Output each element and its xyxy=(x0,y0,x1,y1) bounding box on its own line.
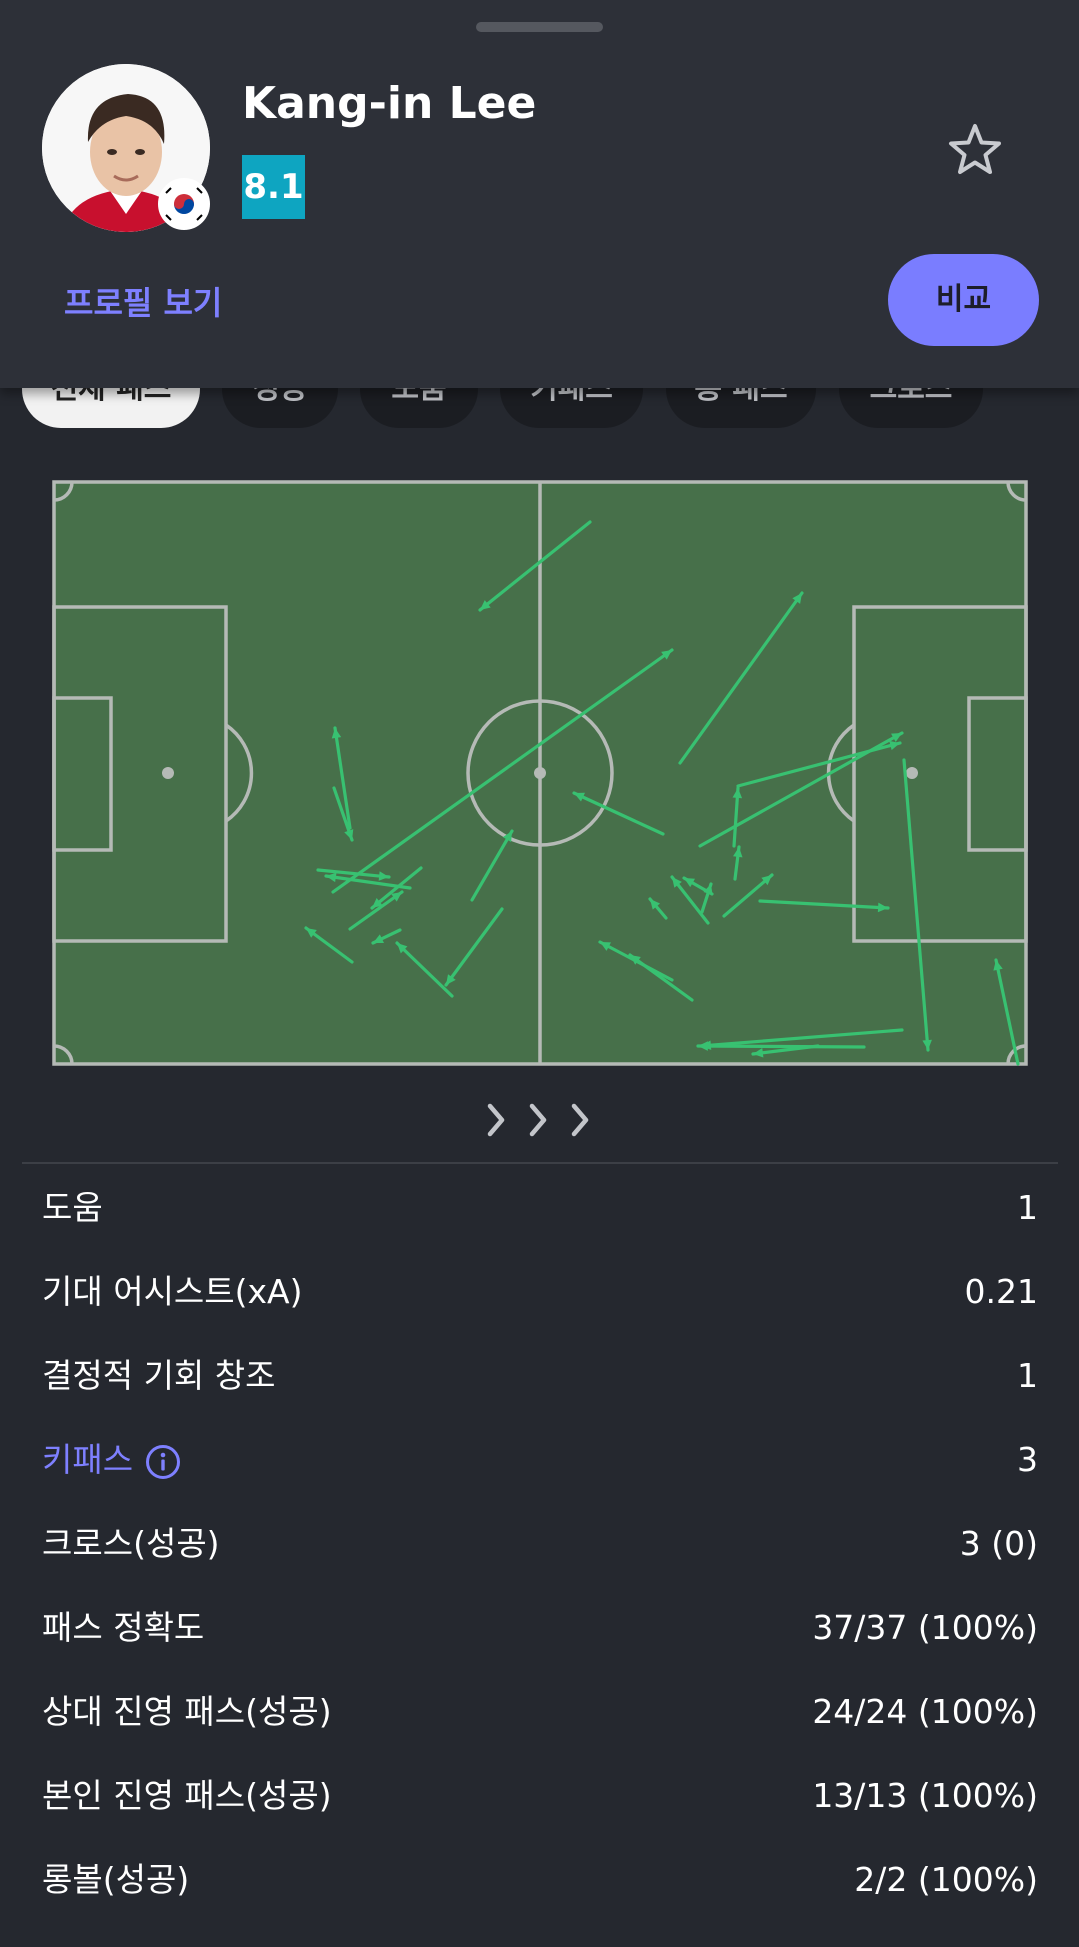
left-penalty-spot xyxy=(162,767,174,779)
stat-row-key-passes[interactable]: 키패스 3 xyxy=(42,1430,1038,1490)
stat-row-own-half-passes: 본인 진영 패스(성공) 13/13 (100%) xyxy=(42,1766,1038,1826)
stat-label: 결정적 기회 창조 xyxy=(42,1356,276,1395)
stat-label: 상대 진영 패스(성공) xyxy=(42,1692,332,1731)
player-header: Kang-in Lee 8.1 프로필 보기 비교 xyxy=(0,0,1079,388)
stat-row-expected-assists: 기대 어시스트(xA) 0.21 xyxy=(42,1262,1038,1322)
stat-row-opposition-half-passes: 상대 진영 패스(성공) 24/24 (100%) xyxy=(42,1682,1038,1742)
player-name: Kang-in Lee xyxy=(242,78,537,129)
stat-row-pass-accuracy: 패스 정확도 37/37 (100%) xyxy=(42,1598,1038,1658)
stat-value: 1 xyxy=(1017,1356,1038,1395)
compare-button[interactable]: 비교 xyxy=(888,254,1039,346)
stat-value: 2/2 (100%) xyxy=(854,1860,1038,1899)
chevrons-right-icon xyxy=(478,1100,598,1140)
south-korea-flag-icon xyxy=(158,178,210,230)
stat-row-assists: 도움 1 xyxy=(42,1178,1038,1238)
stat-value: 37/37 (100%) xyxy=(812,1608,1038,1647)
pitch-lines xyxy=(52,480,1028,1066)
stat-label: 롱볼(성공) xyxy=(42,1860,190,1899)
view-profile-link[interactable]: 프로필 보기 xyxy=(64,278,222,324)
stat-value: 3 xyxy=(1017,1440,1038,1479)
stat-row-big-chances-created: 결정적 기회 창조 1 xyxy=(42,1346,1038,1406)
stat-value: 13/13 (100%) xyxy=(812,1776,1038,1815)
stat-value: 24/24 (100%) xyxy=(812,1692,1038,1731)
stat-label: 기대 어시스트(xA) xyxy=(42,1272,303,1311)
stat-label-key-passes[interactable]: 키패스 xyxy=(42,1430,181,1490)
drag-handle[interactable] xyxy=(476,22,603,32)
stat-value: 0.21 xyxy=(964,1272,1038,1311)
right-penalty-spot xyxy=(906,767,918,779)
stat-label: 크로스(성공) xyxy=(42,1524,220,1563)
stat-value: 1 xyxy=(1017,1188,1038,1227)
stat-label: 본인 진영 패스(성공) xyxy=(42,1776,332,1815)
stat-value: 3 (0) xyxy=(959,1524,1038,1563)
stat-label: 패스 정확도 xyxy=(42,1608,205,1647)
stat-row-long-balls: 롱볼(성공) 2/2 (100%) xyxy=(42,1850,1038,1910)
stat-label[interactable]: 키패스 xyxy=(42,1440,133,1479)
stat-label: 도움 xyxy=(42,1188,103,1227)
info-icon[interactable] xyxy=(145,1444,181,1480)
pass-map-pitch xyxy=(52,480,1028,1066)
star-outline-icon[interactable] xyxy=(945,120,1005,180)
rating-badge: 8.1 xyxy=(242,155,305,219)
stat-row-crosses: 크로스(성공) 3 (0) xyxy=(42,1514,1038,1574)
divider xyxy=(22,1162,1058,1164)
center-spot xyxy=(534,767,546,779)
